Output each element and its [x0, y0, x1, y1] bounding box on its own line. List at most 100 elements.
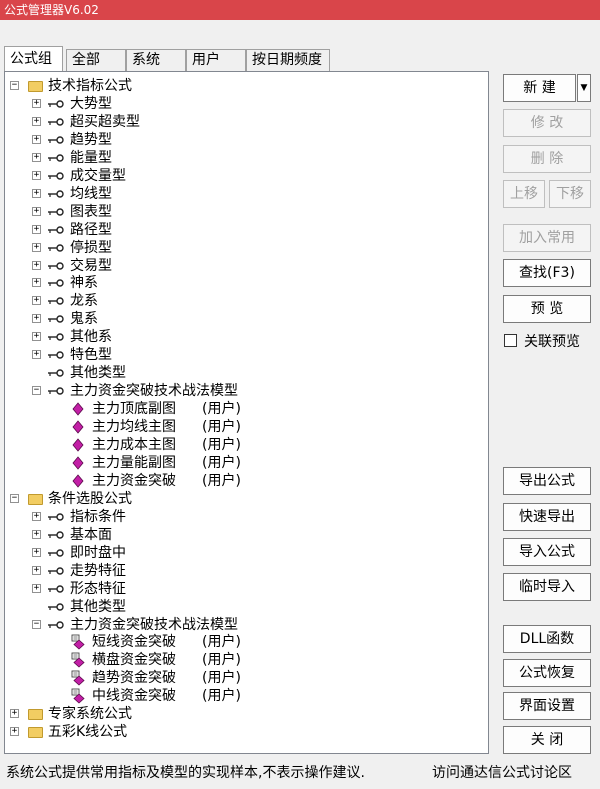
- tree-row[interactable]: − 技术指标公式: [5, 77, 485, 95]
- tree-row[interactable]: + 特色型: [5, 346, 485, 364]
- tree-item-owner: (用户): [202, 670, 241, 687]
- expand-icon[interactable]: +: [10, 709, 19, 719]
- tree-row[interactable]: 短线资金突破 (用户): [5, 633, 485, 651]
- tree-item-label: 趋势型: [70, 131, 112, 148]
- expand-icon[interactable]: +: [32, 224, 41, 234]
- export-formula-button[interactable]: 导出公式: [503, 467, 591, 495]
- collapse-icon[interactable]: −: [32, 386, 41, 396]
- tree-row[interactable]: + 超买超卖型: [5, 113, 485, 131]
- expand-icon[interactable]: +: [32, 98, 41, 108]
- tree-row[interactable]: 主力量能副图 (用户): [5, 454, 485, 472]
- expand-icon[interactable]: +: [32, 242, 41, 252]
- tree-row[interactable]: 其他类型: [5, 364, 485, 382]
- tab-user[interactable]: 用户: [186, 49, 246, 71]
- expand-icon[interactable]: +: [32, 116, 41, 126]
- tree-item-label: 大势型: [70, 95, 112, 112]
- ui-settings-button[interactable]: 界面设置: [503, 692, 591, 720]
- tree-row[interactable]: + 五彩K线公式: [5, 723, 485, 741]
- tree-row[interactable]: + 鬼系: [5, 310, 485, 328]
- expand-icon[interactable]: +: [32, 296, 41, 306]
- tree-row[interactable]: 其他类型: [5, 598, 485, 616]
- collapse-icon[interactable]: −: [32, 619, 41, 629]
- move-down-button[interactable]: 下移: [549, 180, 591, 208]
- tree-row[interactable]: + 形态特征: [5, 580, 485, 598]
- tree-row[interactable]: − 条件选股公式: [5, 490, 485, 508]
- expand-icon[interactable]: +: [32, 350, 41, 360]
- close-button[interactable]: 关 闭: [503, 726, 591, 754]
- delete-button[interactable]: 删 除: [503, 145, 591, 173]
- find-button[interactable]: 查找(F3): [503, 259, 591, 287]
- diamond-icon: [72, 420, 84, 434]
- expand-icon[interactable]: +: [32, 206, 41, 216]
- add-to-common-button[interactable]: 加入常用: [503, 224, 591, 252]
- expand-icon[interactable]: +: [32, 260, 41, 270]
- tree-row[interactable]: + 龙系: [5, 292, 485, 310]
- collapse-icon[interactable]: −: [10, 81, 19, 90]
- tree-row[interactable]: + 图表型: [5, 203, 485, 221]
- tree-row[interactable]: − 主力资金突破技术战法模型: [5, 382, 485, 400]
- tree-row[interactable]: 趋势资金突破 (用户): [5, 669, 485, 687]
- expand-icon[interactable]: +: [32, 511, 41, 521]
- tree-row[interactable]: + 交易型: [5, 257, 485, 275]
- link-preview-checkbox[interactable]: [504, 334, 517, 347]
- tree-row[interactable]: + 停损型: [5, 239, 485, 257]
- tree-row[interactable]: 主力资金突破 (用户): [5, 472, 485, 490]
- new-dropdown-button[interactable]: ▼: [577, 74, 591, 102]
- import-formula-button[interactable]: 导入公式: [503, 538, 591, 566]
- modify-button[interactable]: 修 改: [503, 109, 591, 137]
- tree-row[interactable]: + 基本面: [5, 526, 485, 544]
- locked-diamond-icon: [71, 688, 85, 704]
- tree-row[interactable]: 横盘资金突破 (用户): [5, 651, 485, 669]
- tab-all[interactable]: 全部: [66, 49, 126, 71]
- move-up-button[interactable]: 上移: [503, 180, 545, 208]
- tree-row[interactable]: 主力均线主图 (用户): [5, 418, 485, 436]
- tree-row[interactable]: + 趋势型: [5, 131, 485, 149]
- tree-row[interactable]: 主力顶底副图 (用户): [5, 400, 485, 418]
- tree-row[interactable]: + 路径型: [5, 221, 485, 239]
- expand-icon[interactable]: +: [32, 170, 41, 180]
- formula-restore-button[interactable]: 公式恢复: [503, 659, 591, 687]
- tree-item-owner: (用户): [202, 652, 241, 669]
- expand-icon[interactable]: +: [32, 152, 41, 162]
- key-icon: [48, 548, 64, 557]
- tree-row[interactable]: + 指标条件: [5, 508, 485, 526]
- expand-icon[interactable]: +: [32, 188, 41, 198]
- forum-link[interactable]: 访问通达信公式讨论区: [432, 764, 572, 782]
- tree-row[interactable]: − 主力资金突破技术战法模型: [5, 616, 485, 634]
- expand-icon[interactable]: +: [32, 565, 41, 575]
- formula-tree[interactable]: − 技术指标公式 + 大势型 + 超买超卖型 + 趋势型 + 能量型 + 成交量型 + 均线型 + 图表型 + 路…: [4, 71, 489, 754]
- new-button[interactable]: 新 建: [503, 74, 576, 102]
- tree-row[interactable]: + 神系: [5, 274, 485, 292]
- key-icon: [48, 333, 64, 341]
- tab-formula-group[interactable]: 公式组: [4, 46, 63, 71]
- tree-row[interactable]: 中线资金突破 (用户): [5, 687, 485, 705]
- tree-row[interactable]: + 大势型: [5, 95, 485, 113]
- temp-import-button[interactable]: 临时导入: [503, 573, 591, 601]
- tree-row[interactable]: + 成交量型: [5, 167, 485, 185]
- expand-icon[interactable]: +: [32, 332, 41, 342]
- expand-icon[interactable]: +: [32, 547, 41, 557]
- folder-icon: [28, 493, 43, 505]
- dll-functions-button[interactable]: DLL函数: [503, 625, 591, 653]
- quick-export-button[interactable]: 快速导出: [503, 503, 591, 531]
- collapse-icon[interactable]: −: [10, 493, 19, 503]
- expand-icon[interactable]: +: [10, 727, 19, 737]
- tree-row[interactable]: + 即时盘中: [5, 544, 485, 562]
- expand-icon[interactable]: +: [32, 314, 41, 324]
- tab-by-date-frequency[interactable]: 按日期频度: [246, 49, 330, 71]
- tree-row[interactable]: 主力成本主图 (用户): [5, 436, 485, 454]
- preview-button[interactable]: 预 览: [503, 295, 591, 323]
- expand-icon[interactable]: +: [32, 583, 41, 593]
- tree-row[interactable]: + 均线型: [5, 185, 485, 203]
- key-icon: [48, 602, 64, 611]
- tree-row[interactable]: + 其他系: [5, 328, 485, 346]
- expand-icon[interactable]: +: [32, 278, 41, 288]
- expand-icon[interactable]: +: [32, 529, 41, 539]
- tree-row[interactable]: + 专家系统公式: [5, 705, 485, 723]
- tree-row[interactable]: + 能量型: [5, 149, 485, 167]
- tab-system[interactable]: 系统: [126, 49, 186, 71]
- link-preview-label: 关联预览: [524, 334, 580, 350]
- tree-row[interactable]: + 走势特征: [5, 562, 485, 580]
- tree-item-label: 特色型: [70, 347, 112, 364]
- expand-icon[interactable]: +: [32, 134, 41, 144]
